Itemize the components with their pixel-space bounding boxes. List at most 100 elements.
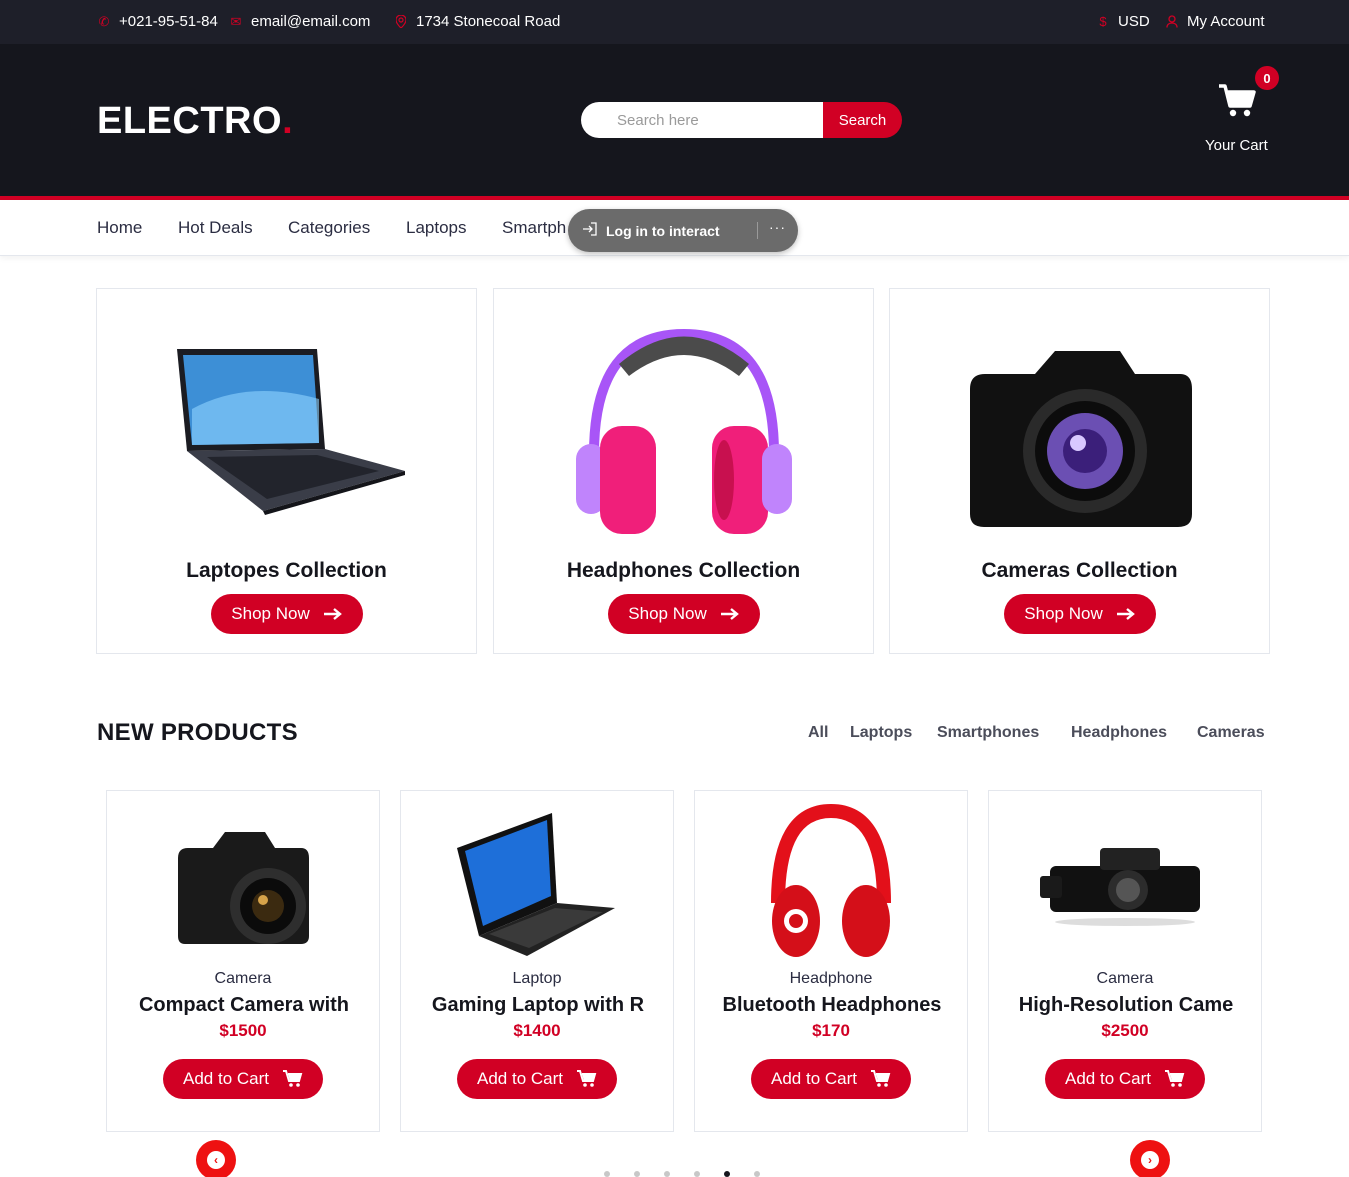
my-account-text: My Account — [1187, 13, 1265, 30]
shop-now-label: Shop Now — [628, 604, 707, 623]
cart-icon — [1165, 1070, 1185, 1087]
nav-smartphones[interactable]: Smartph — [502, 218, 566, 238]
filter-tab-laptops[interactable]: Laptops — [850, 724, 912, 742]
product-category: Camera — [214, 970, 272, 987]
product-price: $1400 — [513, 1021, 561, 1040]
login-overlay-text: Log in to interact — [606, 222, 720, 239]
shop-now-button[interactable]: Shop Now — [1003, 594, 1156, 634]
shop-now-button[interactable]: Shop Now — [210, 594, 363, 634]
logo-text: ELECTRO — [97, 100, 283, 142]
collection-card-cameras: Cameras Collection Shop Now — [889, 288, 1270, 654]
address-text: 1734 Stonecoal Road — [416, 13, 561, 30]
product-price: $2500 — [1101, 1021, 1149, 1040]
my-account-link[interactable]: My Account — [1165, 13, 1265, 30]
nav-laptops[interactable]: Laptops — [406, 218, 467, 238]
currency-text: USD — [1118, 13, 1150, 30]
carousel-dot[interactable] — [724, 1171, 730, 1177]
shop-now-label: Shop Now — [1024, 604, 1103, 623]
product-card[interactable]: Camera Compact Camera with $1500 Add to … — [106, 790, 380, 1132]
section-title: NEW PRODUCTS — [97, 719, 298, 746]
collection-card-headphones: Headphones Collection Shop Now — [493, 288, 874, 654]
filter-tab-all[interactable]: All — [808, 724, 828, 742]
cart-count-badge: 0 — [1255, 66, 1279, 90]
compact-camera-image — [107, 803, 379, 963]
carousel-dot[interactable] — [634, 1171, 640, 1177]
carousel-dot[interactable] — [694, 1171, 700, 1177]
laptop-image — [97, 309, 476, 549]
carousel-next-button[interactable]: › — [1130, 1140, 1170, 1177]
nav-hot-deals[interactable]: Hot Deals — [178, 218, 253, 238]
arrow-right-icon — [720, 608, 739, 620]
product-name[interactable]: High-Resolution Came — [995, 994, 1257, 1017]
filter-tab-headphones[interactable]: Headphones — [1071, 724, 1167, 742]
product-category: Laptop — [512, 970, 562, 987]
currency-selector[interactable]: $ USD — [1096, 13, 1150, 30]
carousel-dot[interactable] — [664, 1171, 670, 1177]
phone-icon: ✆ — [98, 13, 110, 29]
map-marker-icon — [394, 15, 408, 28]
carousel-prev-button[interactable]: ‹ — [196, 1140, 236, 1177]
search-input[interactable] — [581, 102, 823, 138]
filter-tab-smartphones[interactable]: Smartphones — [937, 724, 1039, 742]
headphones-image — [494, 309, 873, 549]
collection-title: Cameras Collection — [981, 559, 1178, 582]
email-text: email@email.com — [251, 13, 371, 30]
shop-now-label: Shop Now — [231, 604, 310, 623]
search-button[interactable]: Search — [823, 102, 902, 138]
product-category: Camera — [1096, 970, 1154, 987]
cart-label: Your Cart — [1205, 137, 1268, 154]
add-to-cart-button[interactable]: Add to Cart — [1045, 1059, 1205, 1099]
email-link[interactable]: ✉ email@email.com — [229, 13, 371, 30]
gaming-laptop-image — [401, 803, 673, 963]
collection-title: Headphones Collection — [566, 559, 801, 582]
add-to-cart-label: Add to Cart — [183, 1069, 269, 1088]
login-icon — [582, 222, 600, 239]
product-card[interactable]: Camera High-Resolution Came $2500 Add to… — [988, 790, 1262, 1132]
filter-tab-cameras[interactable]: Cameras — [1197, 724, 1265, 742]
login-overlay-pill[interactable]: Log in to interact ··· — [568, 209, 798, 252]
more-options-icon[interactable]: ··· — [769, 219, 786, 235]
product-name[interactable]: Compact Camera with — [113, 994, 375, 1017]
nav-categories[interactable]: Categories — [288, 218, 370, 238]
site-logo[interactable]: ELECTRO. — [97, 100, 293, 143]
carousel-dot[interactable] — [754, 1171, 760, 1177]
add-to-cart-button[interactable]: Add to Cart — [163, 1059, 323, 1099]
product-card[interactable]: Laptop Gaming Laptop with R $1400 Add to… — [400, 790, 674, 1132]
user-icon — [1165, 15, 1179, 28]
overlay-separator — [757, 222, 758, 239]
camcorder-image — [989, 803, 1261, 963]
search-bar: Search — [581, 102, 902, 138]
add-to-cart-label: Add to Cart — [771, 1069, 857, 1088]
arrow-right-icon — [1116, 608, 1135, 620]
product-price: $170 — [812, 1021, 850, 1040]
phone-link[interactable]: ✆ +021-95-51-84 — [97, 13, 218, 30]
product-price: $1500 — [219, 1021, 267, 1040]
shopping-cart-icon — [1219, 84, 1256, 117]
add-to-cart-button[interactable]: Add to Cart — [751, 1059, 911, 1099]
address-link[interactable]: 1734 Stonecoal Road — [394, 13, 560, 30]
add-to-cart-label: Add to Cart — [1065, 1069, 1151, 1088]
product-name[interactable]: Bluetooth Headphones — [701, 994, 963, 1017]
cart-button[interactable]: 0 Your Cart — [1200, 66, 1279, 158]
arrow-right-icon — [323, 608, 342, 620]
cart-icon — [871, 1070, 891, 1087]
product-card[interactable]: Headphone Bluetooth Headphones $170 Add … — [694, 790, 968, 1132]
cart-icon — [577, 1070, 597, 1087]
shop-now-button[interactable]: Shop Now — [607, 594, 760, 634]
add-to-cart-button[interactable]: Add to Cart — [457, 1059, 617, 1099]
collection-title: Laptopes Collection — [186, 559, 387, 582]
product-category: Headphone — [789, 970, 873, 987]
add-to-cart-label: Add to Cart — [477, 1069, 563, 1088]
chevron-left-icon: ‹ — [207, 1151, 225, 1169]
product-name[interactable]: Gaming Laptop with R — [407, 994, 669, 1017]
camera-image — [890, 309, 1269, 549]
dollar-icon: $ — [1099, 14, 1107, 29]
top-bar: ✆ +021-95-51-84 ✉ email@email.com 1734 S… — [0, 0, 1349, 44]
phone-text: +021-95-51-84 — [119, 13, 218, 30]
logo-dot: . — [282, 100, 294, 142]
carousel-dot[interactable] — [604, 1171, 610, 1177]
collection-card-laptops: Laptopes Collection Shop Now — [96, 288, 477, 654]
bluetooth-headphones-image — [695, 803, 967, 963]
nav-home[interactable]: Home — [97, 218, 142, 238]
cart-icon — [283, 1070, 303, 1087]
